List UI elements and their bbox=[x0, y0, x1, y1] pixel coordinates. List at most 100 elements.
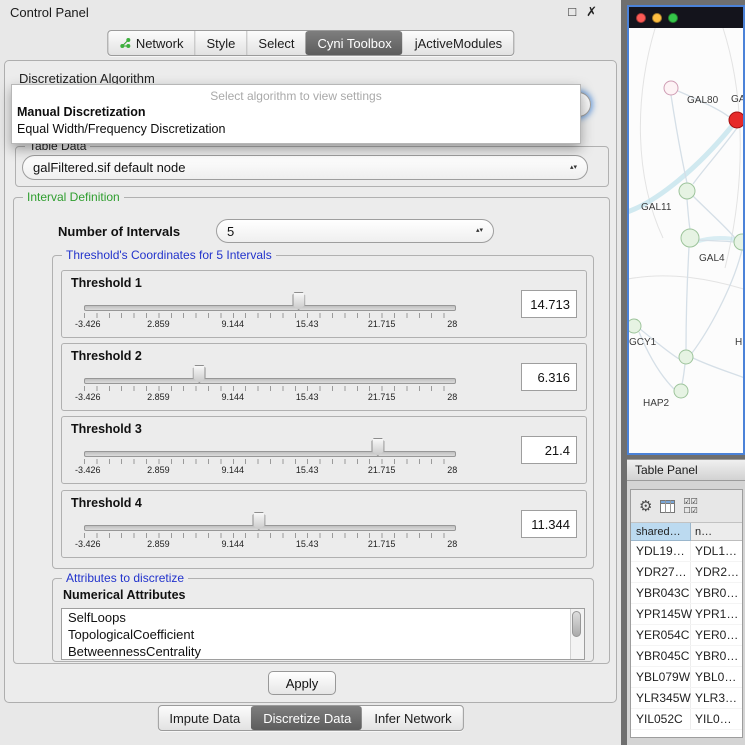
tick-label: 2.859 bbox=[147, 392, 170, 402]
tick-label: 15.43 bbox=[296, 392, 319, 402]
tab-infer-network[interactable]: Infer Network bbox=[362, 706, 462, 730]
node-gal11[interactable] bbox=[679, 183, 695, 199]
select-none-columns-icon[interactable]: ☐☑ bbox=[683, 506, 697, 515]
close-panel-icon[interactable]: ✗ bbox=[586, 4, 597, 20]
tick-label: 15.43 bbox=[296, 465, 319, 475]
node-right-edge[interactable] bbox=[734, 234, 743, 250]
tab-select[interactable]: Select bbox=[246, 31, 305, 55]
tick-label: 2.859 bbox=[147, 539, 170, 549]
column-header-shared-name[interactable]: shared… bbox=[631, 523, 691, 541]
slider-track bbox=[84, 525, 456, 531]
tick-label: 2.859 bbox=[147, 465, 170, 475]
tick-label: 21.715 bbox=[368, 465, 396, 475]
threshold-value-field[interactable]: 14.713 bbox=[521, 290, 577, 318]
tick-label: 21.715 bbox=[368, 539, 396, 549]
node-label: HAP2 bbox=[643, 398, 670, 409]
cell: YBR0… bbox=[691, 583, 742, 603]
list-scrollbar[interactable] bbox=[570, 609, 584, 659]
tab-cyni-toolbox[interactable]: Cyni Toolbox bbox=[306, 31, 403, 55]
background-edges bbox=[629, 28, 743, 290]
thresholds-group-title: Threshold's Coordinates for 5 Intervals bbox=[62, 248, 276, 262]
float-panel-icon[interactable]: □ bbox=[568, 4, 576, 20]
interval-definition-title: Interval Definition bbox=[23, 190, 124, 204]
threshold-slider[interactable]: -3.426 2.859 9.144 15.43 21.715 28 bbox=[84, 344, 456, 410]
threshold-slider[interactable]: -3.426 2.859 9.144 15.43 21.715 28 bbox=[84, 491, 456, 557]
zoom-traffic-light[interactable] bbox=[668, 13, 678, 23]
close-traffic-light[interactable] bbox=[636, 13, 646, 23]
node-gcy1[interactable] bbox=[629, 319, 641, 333]
cell: YBR043C bbox=[631, 583, 691, 603]
numerical-attributes-list[interactable]: SelfLoops TopologicalCoefficient Between… bbox=[61, 608, 585, 660]
tick-label: 9.144 bbox=[222, 465, 245, 475]
tab-impute-data[interactable]: Impute Data bbox=[158, 706, 251, 730]
attributes-group-title: Attributes to discretize bbox=[62, 571, 188, 585]
threshold-slider[interactable]: -3.426 2.859 9.144 15.43 21.715 28 bbox=[84, 271, 456, 337]
cell: YIL0… bbox=[691, 709, 742, 729]
list-item[interactable]: SelfLoops bbox=[62, 609, 584, 626]
list-item[interactable]: TopologicalCoefficient bbox=[62, 626, 584, 643]
threshold-value-field[interactable]: 6.316 bbox=[521, 363, 577, 391]
node-mid[interactable] bbox=[679, 350, 693, 364]
table-row[interactable]: YDL19…YDL1… bbox=[631, 541, 742, 562]
slider-track bbox=[84, 305, 456, 311]
cell: YLR3… bbox=[691, 688, 742, 708]
number-of-intervals-combo[interactable]: 5 ▴▾ bbox=[216, 219, 494, 243]
dropdown-option-manual-discretization[interactable]: Manual Discretization bbox=[12, 104, 580, 121]
threshold-panel: Threshold 4 -3.426 2.859 9.144 15.43 21.… bbox=[61, 490, 587, 558]
node-hap2[interactable] bbox=[674, 384, 688, 398]
threshold-slider[interactable]: -3.426 2.859 9.144 15.43 21.715 28 bbox=[84, 417, 456, 483]
tab-label: jActiveModules bbox=[415, 36, 502, 51]
slider-tick-marks bbox=[84, 533, 456, 538]
minimize-traffic-light[interactable] bbox=[652, 13, 662, 23]
tab-label: Cyni Toolbox bbox=[318, 36, 392, 51]
combo-arrows-icon: ▴▾ bbox=[470, 228, 483, 234]
slider-tick-marks bbox=[84, 386, 456, 391]
tab-discretize-data[interactable]: Discretize Data bbox=[251, 706, 362, 730]
tab-style[interactable]: Style bbox=[195, 31, 247, 55]
table-row[interactable]: YLR345WYLR3… bbox=[631, 688, 742, 709]
tick-label: 9.144 bbox=[222, 539, 245, 549]
apply-button[interactable]: Apply bbox=[268, 671, 336, 695]
tab-network[interactable]: Network bbox=[108, 31, 195, 55]
network-view-window: GAL80 GAL11 GAL4 GCY1 HAP2 GA H bbox=[627, 5, 745, 455]
table-row[interactable]: YER054CYER0… bbox=[631, 625, 742, 646]
node-label: GAL4 bbox=[699, 253, 725, 264]
table-row[interactable]: YBL079WYBL0… bbox=[631, 667, 742, 688]
network-canvas[interactable]: GAL80 GAL11 GAL4 GCY1 HAP2 GA H bbox=[629, 28, 743, 453]
algorithm-dropdown-popup: Select algorithm to view settings Manual… bbox=[11, 84, 581, 144]
node-label: GCY1 bbox=[629, 337, 657, 348]
tab-jactivemodules[interactable]: jActiveModules bbox=[403, 31, 513, 55]
cell: YPR1… bbox=[691, 604, 742, 624]
table-row[interactable]: YBR043CYBR0… bbox=[631, 583, 742, 604]
slider-track bbox=[84, 451, 456, 457]
cell: YER054C bbox=[631, 625, 691, 645]
cell: YER0… bbox=[691, 625, 742, 645]
column-select-icons[interactable]: ☑☑ ☐☑ bbox=[683, 497, 697, 515]
node-label-partial: GA bbox=[731, 94, 743, 105]
cell: YBL0… bbox=[691, 667, 742, 687]
table-row[interactable]: YPR145WYPR1… bbox=[631, 604, 742, 625]
node-label: GAL80 bbox=[687, 95, 719, 106]
cell: YPR145W bbox=[631, 604, 691, 624]
column-header-name[interactable]: n… bbox=[691, 523, 742, 541]
node-label: GAL11 bbox=[641, 202, 672, 213]
table-data-combo[interactable]: galFiltered.sif default node ▴▾ bbox=[22, 155, 588, 180]
table-row[interactable]: YIL052CYIL0… bbox=[631, 709, 742, 730]
list-item[interactable]: BetweennessCentrality bbox=[62, 643, 584, 660]
threshold-value-field[interactable]: 11.344 bbox=[521, 510, 577, 538]
node-gal4[interactable] bbox=[681, 229, 699, 247]
scrollbar-thumb[interactable] bbox=[572, 611, 581, 637]
node-gal80[interactable] bbox=[664, 81, 678, 95]
show-columns-icon[interactable] bbox=[660, 500, 675, 513]
table-header-row: shared… n… bbox=[631, 523, 742, 541]
select-all-columns-icon[interactable]: ☑☑ bbox=[683, 497, 697, 506]
table-row[interactable]: YBR045CYBR0… bbox=[631, 646, 742, 667]
table-row[interactable]: YDR27…YDR2… bbox=[631, 562, 742, 583]
tick-label: 15.43 bbox=[296, 319, 319, 329]
cell: YLR345W bbox=[631, 688, 691, 708]
network-window-titlebar bbox=[629, 7, 743, 28]
node-selected-red[interactable] bbox=[729, 112, 743, 128]
threshold-value-field[interactable]: 21.4 bbox=[521, 436, 577, 464]
dropdown-option-equal-width[interactable]: Equal Width/Frequency Discretization bbox=[12, 121, 580, 138]
settings-gear-icon[interactable]: ⚙ bbox=[639, 499, 652, 514]
